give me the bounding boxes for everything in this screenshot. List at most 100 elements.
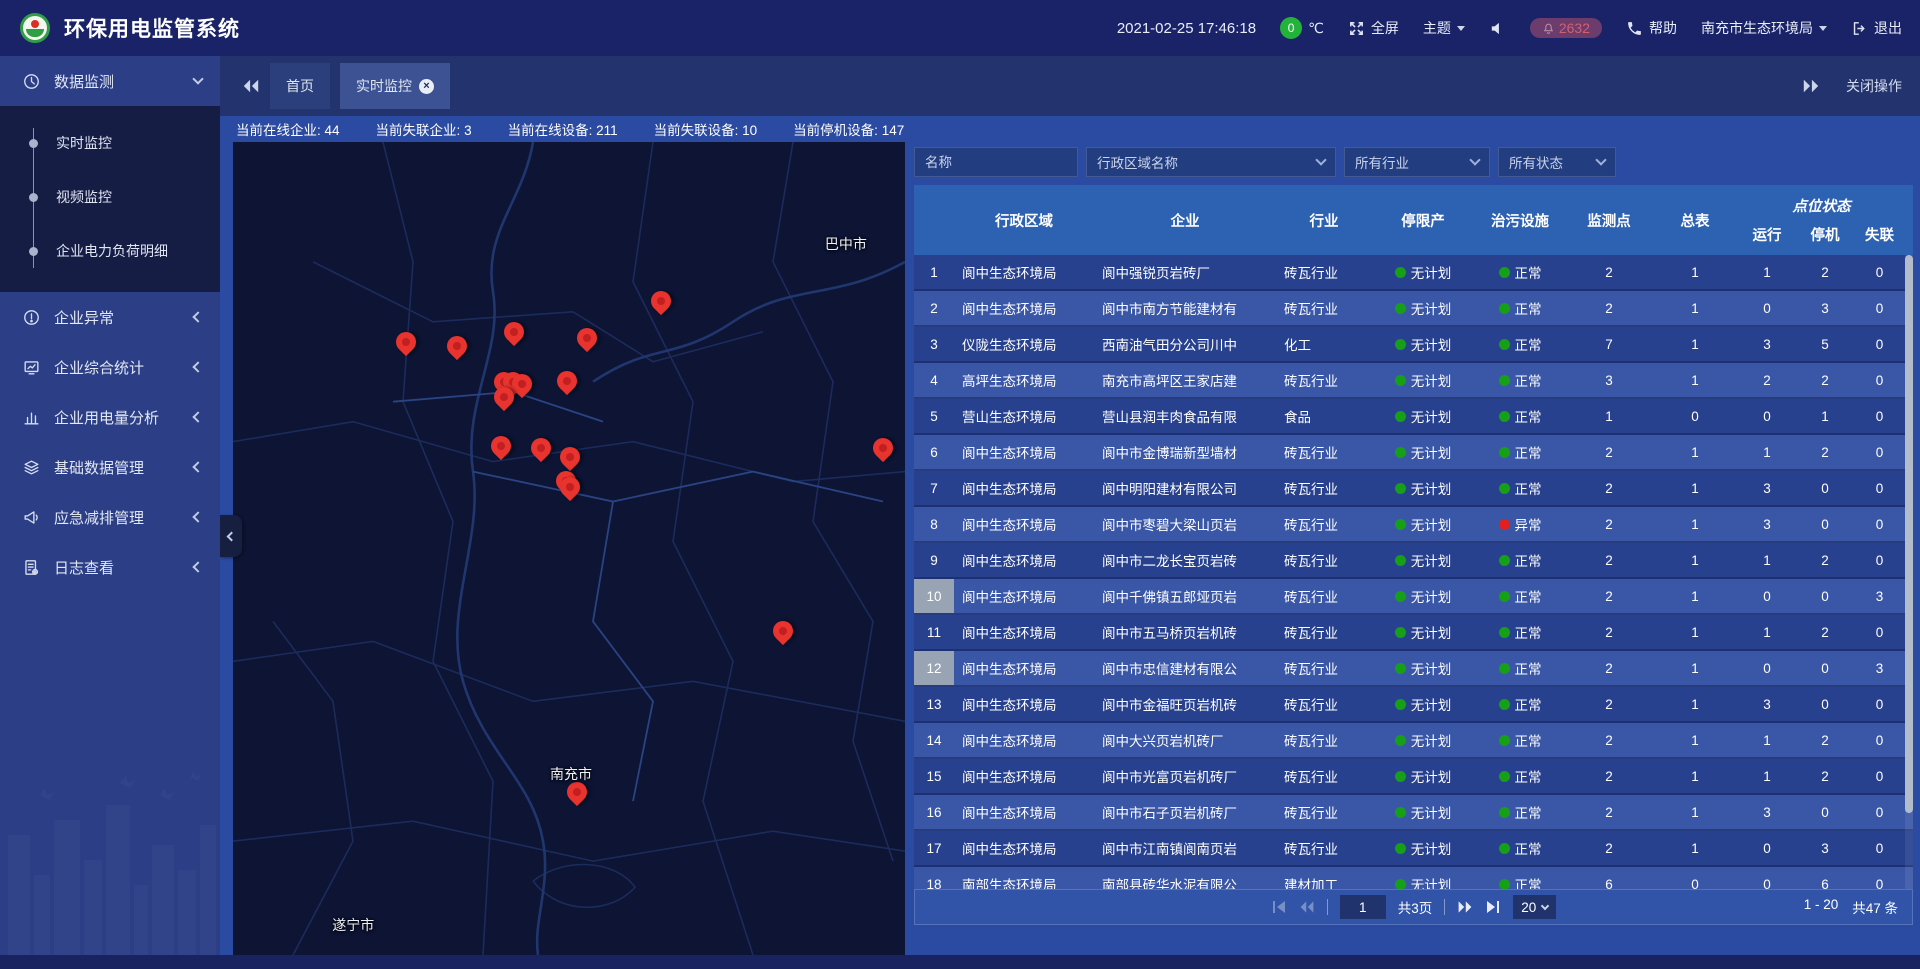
cell-run-count: 1 bbox=[1738, 435, 1796, 469]
table-row[interactable]: 5营山生态环境局营山县润丰肉食品有限食品无计划正常10010 bbox=[914, 399, 1913, 435]
table-row[interactable]: 2阆中生态环境局阆中市南方节能建材有砖瓦行业无计划正常21030 bbox=[914, 291, 1913, 327]
sidebar-item-6[interactable]: 应急减排管理 bbox=[0, 492, 220, 542]
cell-industry: 砖瓦行业 bbox=[1276, 291, 1372, 325]
status-dot-green bbox=[1395, 519, 1406, 530]
cell-index: 16 bbox=[914, 795, 954, 829]
region-select[interactable]: 行政区域名称 bbox=[1086, 147, 1336, 177]
cell-region: 阆中生态环境局 bbox=[954, 831, 1094, 865]
next-page-button[interactable] bbox=[1457, 900, 1473, 914]
cell-index: 9 bbox=[914, 543, 954, 577]
phone-icon bbox=[1626, 20, 1643, 37]
sidebar-item-1[interactable]: 数据监测 bbox=[0, 56, 220, 106]
sidebar-item-3[interactable]: 企业综合统计 bbox=[0, 342, 220, 392]
total-count-label: 共47 条 bbox=[1852, 897, 1898, 917]
last-page-button[interactable] bbox=[1485, 900, 1501, 914]
help-button[interactable]: 帮助 bbox=[1626, 18, 1677, 38]
sidebar-item-2[interactable]: 企业异常 bbox=[0, 292, 220, 342]
table-row[interactable]: 14阆中生态环境局阆中大兴页岩机砖厂砖瓦行业无计划正常21120 bbox=[914, 723, 1913, 759]
tab-close-icon[interactable]: × bbox=[419, 79, 434, 94]
table-row[interactable]: 9阆中生态环境局阆中市二龙长宝页岩砖砖瓦行业无计划正常21120 bbox=[914, 543, 1913, 579]
cell-facility-status: 正常 bbox=[1474, 363, 1566, 397]
sidebar-item-4[interactable]: 企业用电量分析 bbox=[0, 392, 220, 442]
facility-status-label: 正常 bbox=[1515, 730, 1542, 750]
cell-stopped-count: 3 bbox=[1796, 291, 1854, 325]
cell-meter-count: 1 bbox=[1652, 363, 1738, 397]
org-dropdown[interactable]: 南充市生态环境局 bbox=[1701, 18, 1827, 38]
sidebar-subitem-label: 视频监控 bbox=[56, 187, 112, 207]
cell-lost-count: 0 bbox=[1854, 831, 1905, 865]
double-chevron-right-icon bbox=[1457, 900, 1473, 914]
table-row[interactable]: 10阆中生态环境局阆中千佛镇五郎垭页岩砖瓦行业无计划正常21003 bbox=[914, 579, 1913, 615]
map-panel[interactable]: 巴中市南充市遂宁市 bbox=[233, 142, 905, 955]
table-row[interactable]: 15阆中生态环境局阆中市光富页岩机砖厂砖瓦行业无计划正常21120 bbox=[914, 759, 1913, 795]
region-select-value: 行政区域名称 bbox=[1097, 152, 1178, 172]
sidebar-submenu: 实时监控视频监控企业电力负荷明细 bbox=[0, 106, 220, 292]
table-row[interactable]: 12阆中生态环境局阆中市忠信建材有限公砖瓦行业无计划正常21003 bbox=[914, 651, 1913, 687]
sidebar-item-label: 企业异常 bbox=[54, 307, 194, 328]
stat-label: 当前失联企业: bbox=[376, 123, 465, 138]
status-dot-green bbox=[1499, 483, 1510, 494]
cell-monitor-count: 2 bbox=[1566, 795, 1652, 829]
speaker-icon bbox=[1489, 20, 1506, 37]
table-row[interactable]: 3仪陇生态环境局西南油气田分公司川中化工无计划正常71350 bbox=[914, 327, 1913, 363]
facility-status-label: 正常 bbox=[1515, 370, 1542, 390]
cell-stopped-count: 0 bbox=[1796, 795, 1854, 829]
cell-stopped-count: 2 bbox=[1796, 363, 1854, 397]
status-select[interactable]: 所有状态 bbox=[1498, 147, 1616, 177]
table-row[interactable]: 1阆中生态环境局阆中强锐页岩砖厂砖瓦行业无计划正常21120 bbox=[914, 255, 1913, 291]
sidebar-subitem[interactable]: 实时监控 bbox=[0, 116, 220, 170]
tabs-scroll-right-button[interactable] bbox=[1802, 79, 1820, 93]
theme-dropdown[interactable]: 主题 bbox=[1423, 18, 1465, 38]
close-operations-button[interactable]: 关闭操作 bbox=[1846, 76, 1902, 96]
table-row[interactable]: 18南部生态环境局南部县砖华水泥有限公建材加工无计划正常60060 bbox=[914, 867, 1913, 889]
table-row[interactable]: 4高坪生态环境局南充市高坪区王家店建砖瓦行业无计划正常31220 bbox=[914, 363, 1913, 399]
status-dot-green bbox=[1395, 555, 1406, 566]
table-row[interactable]: 16阆中生态环境局阆中市石子页岩机砖厂砖瓦行业无计划正常21300 bbox=[914, 795, 1913, 831]
stats-icon bbox=[22, 358, 41, 377]
fullscreen-button[interactable]: 全屏 bbox=[1348, 18, 1399, 38]
cell-lost-count: 0 bbox=[1854, 759, 1905, 793]
first-page-button[interactable] bbox=[1271, 900, 1287, 914]
sound-toggle-button[interactable] bbox=[1489, 20, 1506, 37]
sidebar-item-7[interactable]: 日志查看 bbox=[0, 542, 220, 592]
cell-stopped-count: 0 bbox=[1796, 687, 1854, 721]
scrollbar-thumb[interactable] bbox=[1905, 255, 1913, 813]
cell-monitor-count: 2 bbox=[1566, 615, 1652, 649]
sidebar-subitem[interactable]: 企业电力负荷明细 bbox=[0, 224, 220, 278]
cell-facility-status: 正常 bbox=[1474, 795, 1566, 829]
notification-badge[interactable]: 2632 bbox=[1530, 18, 1602, 38]
status-dot-green bbox=[1395, 303, 1406, 314]
table-row[interactable]: 8阆中生态环境局阆中市枣碧大梁山页岩砖瓦行业无计划异常21300 bbox=[914, 507, 1913, 543]
status-dot-green bbox=[1395, 267, 1406, 278]
table-scrollbar[interactable] bbox=[1905, 255, 1913, 889]
cell-index: 10 bbox=[914, 579, 954, 613]
cell-industry: 砖瓦行业 bbox=[1276, 471, 1372, 505]
cell-index: 14 bbox=[914, 723, 954, 757]
chevron-left-icon bbox=[192, 461, 203, 472]
tab-realtime-monitor[interactable]: 实时监控 × bbox=[340, 63, 450, 109]
logout-button[interactable]: 退出 bbox=[1851, 18, 1902, 38]
sidebar-subitem[interactable]: 视频监控 bbox=[0, 170, 220, 224]
tabs-scroll-left-button[interactable] bbox=[242, 79, 260, 93]
cell-stop-status: 无计划 bbox=[1372, 363, 1474, 397]
table-row[interactable]: 6阆中生态环境局阆中市金博瑞新型墙材砖瓦行业无计划正常21120 bbox=[914, 435, 1913, 471]
industry-select[interactable]: 所有行业 bbox=[1344, 147, 1490, 177]
fullscreen-label: 全屏 bbox=[1371, 18, 1399, 38]
cell-company: 阆中市金福旺页岩机砖 bbox=[1094, 687, 1276, 721]
page-size-select[interactable]: 20 bbox=[1513, 895, 1556, 919]
cell-stopped-count: 1 bbox=[1796, 399, 1854, 433]
double-chevron-right-icon bbox=[1802, 79, 1820, 93]
name-search-input[interactable] bbox=[914, 147, 1078, 177]
cell-facility-status: 正常 bbox=[1474, 399, 1566, 433]
tab-home[interactable]: 首页 bbox=[270, 63, 330, 109]
status-dot-green bbox=[1395, 375, 1406, 386]
enterprise-panel: 行政区域名称 所有行业 所有状态 行政区域 企业 行业 停限产 治污设施 bbox=[914, 142, 1913, 925]
table-row[interactable]: 11阆中生态环境局阆中市五马桥页岩机砖砖瓦行业无计划正常21120 bbox=[914, 615, 1913, 651]
table-row[interactable]: 13阆中生态环境局阆中市金福旺页岩机砖砖瓦行业无计划正常21300 bbox=[914, 687, 1913, 723]
table-row[interactable]: 17阆中生态环境局阆中市江南镇阆南页岩砖瓦行业无计划正常21030 bbox=[914, 831, 1913, 867]
table-row[interactable]: 7阆中生态环境局阆中明阳建材有限公司砖瓦行业无计划正常21300 bbox=[914, 471, 1913, 507]
sidebar-item-5[interactable]: 基础数据管理 bbox=[0, 442, 220, 492]
sidebar-collapse-handle[interactable] bbox=[220, 515, 242, 557]
page-number-input[interactable]: 1 bbox=[1340, 895, 1386, 919]
prev-page-button[interactable] bbox=[1299, 900, 1315, 914]
